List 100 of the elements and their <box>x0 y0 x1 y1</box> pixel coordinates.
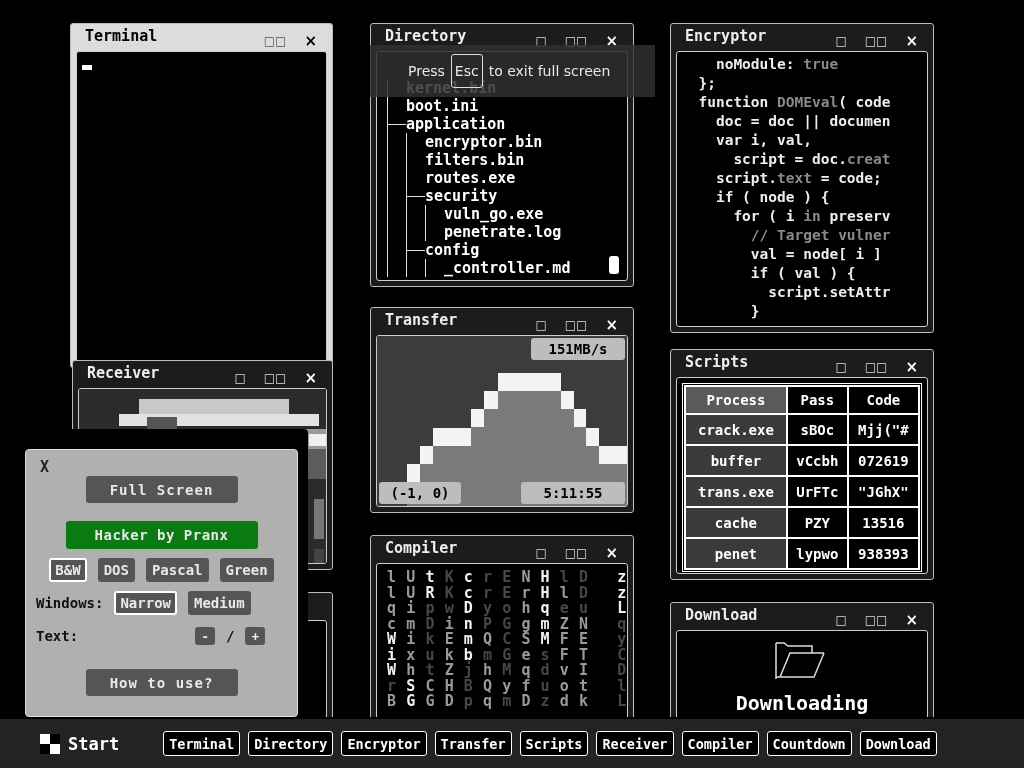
title-bar[interactable]: Directory □ □□ × <box>371 24 633 51</box>
windows-label: Windows: <box>36 595 104 611</box>
close-button[interactable]: × <box>299 31 322 50</box>
window-size-button[interactable]: □□ <box>258 33 292 48</box>
code-glyph: R <box>424 585 436 601</box>
decrease-button[interactable]: - <box>195 627 215 645</box>
window-size-button[interactable]: □ <box>830 612 852 627</box>
file-name[interactable]: vuln_go.exe <box>426 205 544 223</box>
code-glyph: L <box>616 694 627 710</box>
close-button[interactable]: × <box>600 543 623 562</box>
taskbar-button[interactable]: Scripts <box>519 731 589 756</box>
window-size-button[interactable]: □□ <box>559 33 593 48</box>
window-size-button[interactable]: □□ <box>859 359 893 374</box>
close-button[interactable]: × <box>600 315 623 334</box>
close-button[interactable]: × <box>299 368 322 387</box>
theme-button[interactable]: B&W <box>49 558 87 582</box>
window-size-button[interactable]: □ <box>530 317 552 332</box>
title-bar[interactable]: Transfer □ □□ × <box>371 308 633 335</box>
theme-button[interactable]: Pascal <box>145 558 209 582</box>
code-glyph: F <box>558 647 570 663</box>
file-name[interactable]: routes.exe <box>407 169 516 187</box>
file-name[interactable]: _controller.md <box>426 259 571 277</box>
code-line: script.text = code; <box>714 169 883 188</box>
window-size-button[interactable]: □ <box>830 359 852 374</box>
title-button[interactable]: Hacker by Pranx <box>65 521 258 549</box>
close-button[interactable]: × <box>900 31 923 50</box>
file-name[interactable]: boot.ini <box>388 97 479 115</box>
window-size-button[interactable]: □ <box>530 545 552 560</box>
column-header[interactable]: Process <box>685 386 787 414</box>
taskbar-button[interactable]: Directory <box>248 731 334 756</box>
code-line: doc = doc || documen <box>714 112 892 131</box>
scrollbar-thumb[interactable] <box>609 256 619 274</box>
title-bar[interactable]: Download □ □□ × <box>671 603 933 630</box>
window-size-button[interactable]: □ <box>530 33 552 48</box>
window-size-button[interactable]: □□ <box>559 317 593 332</box>
close-button[interactable]: × <box>600 31 623 50</box>
window-size-button[interactable]: □□ <box>559 545 593 560</box>
file-name[interactable]: penetrate.log <box>426 223 562 241</box>
title-bar[interactable]: Receiver □ □□ × <box>73 361 332 388</box>
table-cell: Mjj("# <box>847 414 919 445</box>
full-screen-button[interactable]: Full Screen <box>85 476 238 503</box>
taskbar-button[interactable]: Terminal <box>163 731 241 756</box>
taskbar-button[interactable]: Compiler <box>681 731 759 756</box>
title-bar[interactable]: Scripts □ □□ × <box>671 350 933 377</box>
theme-button[interactable]: DOS <box>97 558 135 582</box>
taskbar-button[interactable]: Encryptor <box>341 731 427 756</box>
table-cell: buffer <box>685 445 787 476</box>
start-button[interactable]: Start <box>40 733 120 754</box>
help-button[interactable]: How to use? <box>85 669 238 696</box>
code-glyph: q <box>539 601 551 617</box>
taskbar-button[interactable]: Countdown <box>766 731 852 756</box>
window-size-button[interactable]: □ <box>229 370 251 385</box>
code-glyph: o <box>501 601 513 617</box>
checkered-icon <box>40 733 60 754</box>
code-glyph: u <box>424 647 436 663</box>
column-header[interactable]: Pass <box>786 386 848 414</box>
download-status: Downloading <box>735 691 869 715</box>
file-name[interactable]: filters.bin <box>407 151 525 169</box>
title-bar[interactable]: Encryptor □ □□ × <box>671 24 933 51</box>
code-glyph: U <box>405 570 417 586</box>
code-glyph: c <box>462 585 474 601</box>
window-size-button[interactable]: □□ <box>258 370 292 385</box>
theme-button[interactable]: Green <box>219 558 274 582</box>
window-size-option[interactable]: Medium <box>188 591 251 615</box>
code-line: noModule: true <box>714 55 840 74</box>
code-glyph: r <box>520 585 532 601</box>
code-glyph: H <box>539 570 551 586</box>
taskbar-button[interactable]: Receiver <box>596 731 674 756</box>
code-glyph: g <box>520 616 532 632</box>
code-glyph: C <box>424 678 436 694</box>
title-bar[interactable]: Terminal □□ × <box>71 24 332 51</box>
column-header[interactable]: Code <box>847 386 919 414</box>
window-size-button[interactable]: □ <box>830 33 852 48</box>
file-name[interactable]: encryptor.bin <box>407 133 543 151</box>
code-glyph: e <box>520 647 532 663</box>
folder-name[interactable]: security <box>425 187 498 205</box>
code-line: script.setAttr <box>767 283 892 302</box>
text-label: Text: <box>36 628 79 644</box>
table-cell: 072619 <box>847 445 919 476</box>
code-glyph: z <box>539 694 551 710</box>
code-glyph: D <box>424 616 436 632</box>
close-button[interactable]: × <box>900 610 923 629</box>
folder-name[interactable]: config <box>425 241 480 259</box>
code-glyph: r <box>482 570 494 586</box>
taskbar-button[interactable]: Download <box>859 731 937 756</box>
table-cell: 938393 <box>847 538 919 569</box>
title-bar[interactable]: Compiler □ □□ × <box>371 536 633 563</box>
window-size-option[interactable]: Narrow <box>114 591 177 615</box>
table-cell: "JGhX" <box>847 476 919 507</box>
window-size-button[interactable]: □□ <box>859 33 893 48</box>
code-glyph: W <box>386 632 398 648</box>
increase-button[interactable]: + <box>245 627 266 645</box>
code-glyph: D <box>577 585 589 601</box>
code-glyph: k <box>424 632 436 648</box>
taskbar-button[interactable]: Transfer <box>434 731 512 756</box>
close-button[interactable]: × <box>900 357 923 376</box>
text-cursor <box>82 65 92 70</box>
folder-name[interactable]: application <box>406 115 506 133</box>
window-size-button[interactable]: □□ <box>859 612 893 627</box>
close-button[interactable]: X <box>36 458 50 476</box>
